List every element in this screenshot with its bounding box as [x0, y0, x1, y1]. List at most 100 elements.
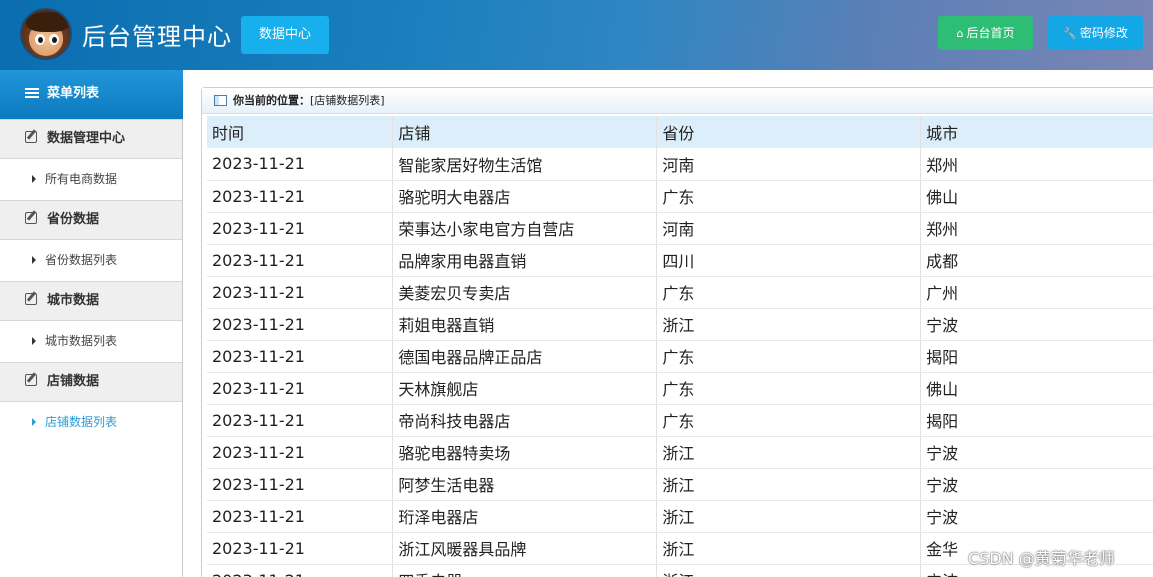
app-title: 后台管理中心: [82, 23, 232, 51]
cell-province: 浙江: [656, 532, 922, 565]
sidebar-section-city[interactable]: 城市数据: [0, 281, 182, 321]
cell-province: 浙江: [656, 500, 922, 533]
cell-shop: 骆驼电器特卖场: [392, 436, 658, 469]
list-icon: [25, 88, 39, 98]
section-label: 数据管理中心: [47, 131, 126, 146]
cell-province: 广东: [656, 276, 922, 309]
cell-time: 2023-11-21: [207, 212, 394, 245]
cell-time: 2023-11-21: [207, 372, 394, 405]
cell-province: 河南: [656, 212, 922, 245]
edit-icon: [25, 131, 37, 143]
cell-city: 揭阳: [920, 404, 1153, 437]
column-header-shop: 店铺: [392, 116, 658, 148]
table-row: 2023-11-21 天林旗舰店 广东 佛山: [207, 372, 1153, 405]
cell-time: 2023-11-21: [207, 532, 394, 565]
cell-time: 2023-11-21: [207, 276, 394, 309]
cell-city: 宁波: [920, 468, 1153, 501]
cell-time: 2023-11-21: [207, 404, 394, 437]
cell-province: 广东: [656, 180, 922, 213]
table-row: 2023-11-21 美菱宏贝专卖店 广东 广州: [207, 276, 1153, 309]
cell-city: 宁波: [920, 436, 1153, 469]
document-icon: [214, 95, 227, 106]
cell-time: 2023-11-21: [207, 500, 394, 533]
sidebar-section-shop[interactable]: 店铺数据: [0, 362, 182, 402]
section-label: 店铺数据: [47, 374, 100, 389]
table-row: 2023-11-21 骆驼电器特卖场 浙江 宁波: [207, 436, 1153, 469]
table-row: 2023-11-21 德国电器品牌正品店 广东 揭阳: [207, 340, 1153, 373]
table-row: 2023-11-21 阿梦生活电器 浙江 宁波: [207, 468, 1153, 501]
cell-time: 2023-11-21: [207, 340, 394, 373]
cell-shop: 智能家居好物生活馆: [392, 148, 658, 181]
location-value: [店铺数据列表]: [310, 94, 385, 107]
table-row: 2023-11-21 珩泽电器店 浙江 宁波: [207, 500, 1153, 533]
cell-province: 浙江: [656, 436, 922, 469]
edit-icon: [25, 293, 37, 305]
menu-header-label: 菜单列表: [47, 86, 100, 101]
home-button-label: 后台首页: [966, 26, 1015, 40]
change-password-label: 密码修改: [1079, 26, 1128, 40]
cell-shop: 珩泽电器店: [392, 500, 658, 533]
shop-data-table: 时间 店铺 省份 城市 2023-11-21 智能家居好物生活馆 河南 郑州 2023-…: [207, 116, 1153, 577]
cell-shop: 荣事达小家电官方自营店: [392, 212, 658, 245]
location-label: 你当前的位置：: [233, 94, 310, 107]
data-center-button[interactable]: 数据中心: [241, 16, 329, 54]
caret-right-icon: [32, 337, 36, 345]
change-password-button[interactable]: 🔧 密码修改: [1048, 16, 1143, 50]
cell-province: 广东: [656, 340, 922, 373]
sidebar-item-label: 城市数据列表: [45, 334, 118, 348]
sidebar-section-data-management[interactable]: 数据管理中心: [0, 119, 182, 159]
sidebar-item-city-list[interactable]: 城市数据列表: [0, 321, 182, 361]
sidebar-item-shop-list[interactable]: 店铺数据列表: [0, 402, 182, 442]
wrench-icon: 🔧: [1063, 27, 1077, 40]
table-body: 2023-11-21 智能家居好物生活馆 河南 郑州 2023-11-21 骆驼明大电器店…: [207, 148, 1153, 577]
cell-shop: 天林旗舰店: [392, 372, 658, 405]
cell-time: 2023-11-21: [207, 148, 394, 181]
caret-right-icon: [32, 418, 36, 426]
table-row: 2023-11-21 智能家居好物生活馆 河南 郑州: [207, 148, 1153, 181]
table-row: 2023-11-21 帝尚科技电器店 广东 揭阳: [207, 404, 1153, 437]
cell-city: 广州: [920, 276, 1153, 309]
cell-time: 2023-11-21: [207, 180, 394, 213]
cell-city: 郑州: [920, 148, 1153, 181]
cell-province: 浙江: [656, 308, 922, 341]
cell-city: 揭阳: [920, 340, 1153, 373]
caret-right-icon: [32, 175, 36, 183]
column-header-city: 城市: [920, 116, 1153, 148]
sidebar-item-label: 所有电商数据: [45, 172, 118, 186]
sidebar-item-label: 省份数据列表: [45, 253, 118, 267]
cell-shop: 美菱宏贝专卖店: [392, 276, 658, 309]
table-row: 2023-11-21 骆驼明大电器店 广东 佛山: [207, 180, 1153, 213]
cell-city: 成都: [920, 244, 1153, 277]
cell-shop: 浙江风暖器具品牌: [392, 532, 658, 565]
cell-city: 佛山: [920, 372, 1153, 405]
sidebar-item-province-list[interactable]: 省份数据列表: [0, 240, 182, 280]
cell-shop: 莉姐电器直销: [392, 308, 658, 341]
cell-province: 广东: [656, 372, 922, 405]
sidebar-section-province[interactable]: 省份数据: [0, 200, 182, 240]
cell-time: 2023-11-21: [207, 436, 394, 469]
table-row: 2023-11-21 品牌家用电器直销 四川 成都: [207, 244, 1153, 277]
cell-shop: 阿梦生活电器: [392, 468, 658, 501]
top-header: 后台管理中心 数据中心 ⌂ 后台首页 🔧 密码修改: [0, 0, 1153, 70]
cell-city: 佛山: [920, 180, 1153, 213]
cell-province: 河南: [656, 148, 922, 181]
logo-avatar: [20, 8, 72, 60]
cell-shop: 骆驼明大电器店: [392, 180, 658, 213]
cell-city: 郑州: [920, 212, 1153, 245]
edit-icon: [25, 212, 37, 224]
home-button[interactable]: ⌂ 后台首页: [938, 16, 1033, 50]
cell-province: 浙江: [656, 564, 922, 577]
sidebar-item-all-ecommerce[interactable]: 所有电商数据: [0, 159, 182, 199]
cell-shop: 四季电器: [392, 564, 658, 577]
column-header-province: 省份: [656, 116, 922, 148]
cell-time: 2023-11-21: [207, 244, 394, 277]
home-icon: ⌂: [956, 27, 964, 40]
cell-time: 2023-11-21: [207, 308, 394, 341]
sidebar-item-label: 店铺数据列表: [45, 415, 118, 429]
menu-header[interactable]: 菜单列表: [0, 70, 183, 119]
cell-shop: 品牌家用电器直销: [392, 244, 658, 277]
caret-right-icon: [32, 256, 36, 264]
sidebar: 菜单列表 数据管理中心 所有电商数据 省份数据 省份数据列表 城市数据 城市数据…: [0, 70, 183, 577]
table-row: 2023-11-21 荣事达小家电官方自营店 河南 郑州: [207, 212, 1153, 245]
cell-city: 宁波: [920, 500, 1153, 533]
